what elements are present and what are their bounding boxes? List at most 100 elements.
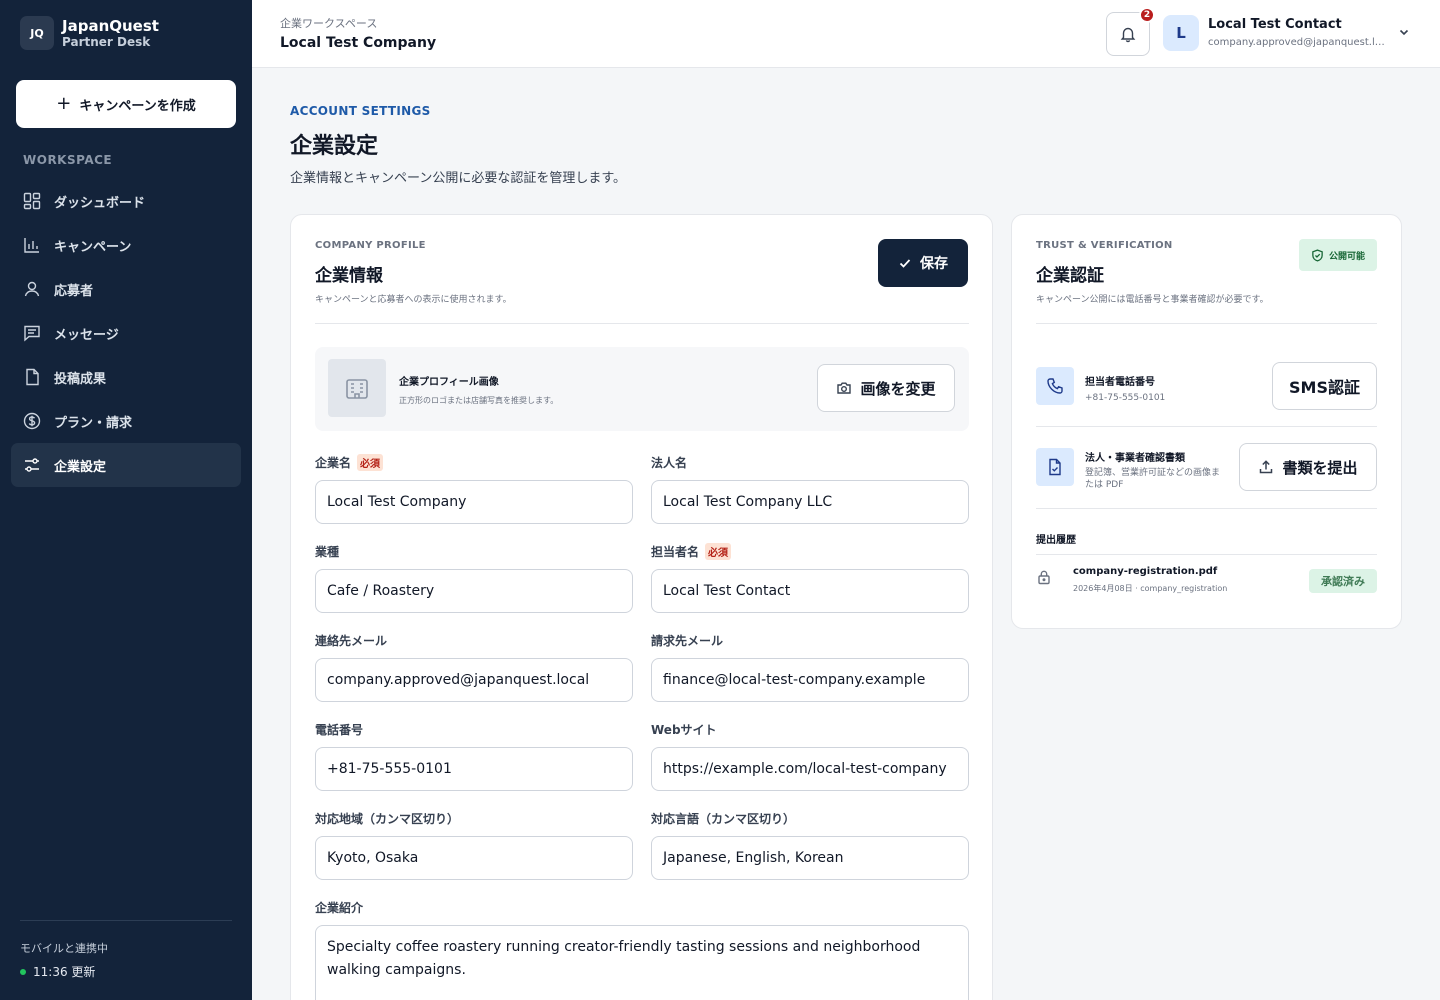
sidebar-item-label: プラン・請求 [54,415,133,431]
phone-verify-value: +81-75-555-0101 [1085,393,1166,403]
shield-check-icon [1312,248,1323,262]
profile-image-description: 正方形のロゴまたは店舗写真を推奨します。 [399,396,559,405]
sidebar-item-post-results[interactable]: 投稿成果 [11,355,241,399]
contact-email-input[interactable]: company.approved@japanquest.local [315,658,633,702]
sidebar-nav: ダッシュボード キャンペーン 応募者 メッセージ 投稿成果 プラン・請求 企業設… [11,179,241,487]
sidebar-item-label: 応募者 [54,283,94,299]
user-icon [24,281,40,297]
document-check-icon [1049,458,1061,476]
save-button[interactable]: 保存 [878,239,968,287]
history-file-name[interactable]: company-registration.pdf [1073,566,1217,577]
sms-verify-button[interactable]: SMS認証 [1272,362,1377,410]
plus-icon: + [56,93,72,114]
sidebar-item-dashboard[interactable]: ダッシュボード [11,179,241,223]
sidebar-item-billing[interactable]: プラン・請求 [11,399,241,443]
contact-name-input[interactable]: Local Test Contact [651,569,969,613]
brand[interactable]: JQ JapanQuest Partner Desk [20,16,159,50]
workspace-company-name: Local Test Company [280,35,437,51]
sidebar-item-applicants[interactable]: 応募者 [11,267,241,311]
file-icon [26,368,39,386]
create-campaign-button[interactable]: + キャンペーンを作成 [16,80,236,128]
sidebar: JQ JapanQuest Partner Desk + キャンペーンを作成 W… [0,0,252,1000]
brand-name: JapanQuest [62,16,159,35]
submit-document-label: 書類を提出 [1282,458,1358,477]
phone-verify-title: 担当者電話番号 [1085,377,1155,388]
languages-input[interactable]: Japanese, English, Korean [651,836,969,880]
create-campaign-label: キャンペーンを作成 [79,98,196,114]
profile-image-title: 企業プロフィール画像 [399,377,499,388]
sidebar-item-campaigns[interactable]: キャンペーン [11,223,241,267]
avatar[interactable]: L [1163,15,1199,51]
dashboard-icon [23,192,41,210]
company-name-input[interactable]: Local Test Company [315,480,633,524]
sidebar-item-label: キャンペーン [54,239,132,255]
workspace-section-label: WORKSPACE [23,153,113,167]
intro-textarea[interactable]: Specialty coffee roastery running creato… [315,925,969,1000]
profile-title: 企業情報 [315,266,383,286]
sidebar-item-label: 投稿成果 [54,371,107,387]
phone-label: 電話番号 [315,723,364,737]
change-image-button[interactable]: 画像を変更 [817,364,955,412]
save-label: 保存 [920,256,948,272]
verification-row-divider [1036,508,1377,509]
website-input[interactable]: https://example.com/local-test-company [651,747,969,791]
notification-count-badge: 2 [1139,7,1155,23]
regions-input[interactable]: Kyoto, Osaka [315,836,633,880]
brand-logo: JQ [20,16,54,50]
billing-email-input[interactable]: finance@local-test-company.example [651,658,969,702]
document-title: 法人・事業者確認書類 [1085,453,1185,464]
contact-name-label-text: 担当者名 [651,545,700,559]
approved-badge: 承認済み [1309,569,1377,593]
top-header: 企業ワークスペース Local Test Company 2 L Local T… [252,0,1440,68]
page-description: 企業情報とキャンペーン公開に必要な認証を管理します。 [290,171,627,186]
page-eyebrow: ACCOUNT SETTINGS [290,104,431,118]
brand-subtitle: Partner Desk [62,34,151,49]
notifications-button[interactable]: 2 [1106,7,1155,56]
sync-time: 11:36 更新 [20,963,95,980]
regions-label: 対応地域（カンマ区切り） [315,812,460,826]
workspace-label: 企業ワークスペース [280,17,378,30]
document-description: 登記簿、営業許可証などの画像または PDF [1085,468,1221,490]
verification-description: キャンペーン公開には電話番号と事業者確認が必要です。 [1036,295,1269,305]
sidebar-item-company-settings[interactable]: 企業設定 [11,443,241,487]
required-badge: 必須 [705,543,732,560]
sidebar-divider [20,920,232,921]
industry-label: 業種 [315,545,340,559]
history-divider [1036,554,1377,555]
building-icon [346,379,368,399]
languages-label: 対応言語（カンマ区切り） [651,812,796,826]
settings-icon [25,458,39,472]
status-badge-label: 公開可能 [1328,251,1365,262]
legal-name-input[interactable]: Local Test Company LLC [651,480,969,524]
contact-email-label: 連絡先メール [315,634,388,648]
chart-icon [24,238,39,253]
check-icon [899,259,911,268]
message-icon [24,325,40,342]
industry-input[interactable]: Cafe / Roastery [315,569,633,613]
profile-image [328,359,386,417]
phone-verify-icon-box [1036,367,1074,405]
legal-name-label: 法人名 [651,456,688,470]
status-badge: 公開可能 [1299,239,1377,271]
verification-card: TRUST & VERIFICATION 企業認証 キャンペーン公開には電話番号… [1011,214,1402,629]
sidebar-item-label: ダッシュボード [54,195,146,211]
history-file-meta: 2026年4月08日 · company_registration [1073,584,1228,593]
chevron-down-icon[interactable] [1398,26,1410,38]
user-name[interactable]: Local Test Contact [1208,17,1342,32]
billing-email-label: 請求先メール [651,634,724,648]
website-label: Webサイト [651,723,717,737]
document-icon-box [1036,448,1074,486]
phone-input[interactable]: +81-75-555-0101 [315,747,633,791]
verification-divider [1036,323,1377,324]
contact-name-label: 担当者名 必須 [651,543,732,560]
online-dot-icon [20,968,26,975]
company-profile-card: COMPANY PROFILE 企業情報 キャンペーンと応募者への表示に使用され… [290,214,993,1000]
upload-icon [1260,460,1273,474]
page-title: 企業設定 [290,134,379,159]
sidebar-item-messages[interactable]: メッセージ [11,311,241,355]
verification-eyebrow: TRUST & VERIFICATION [1036,240,1173,251]
sync-time-text: 11:36 更新 [33,965,96,979]
company-name-label: 企業名 必須 [315,454,384,471]
submit-document-button[interactable]: 書類を提出 [1239,443,1377,491]
intro-label: 企業紹介 [315,901,364,915]
